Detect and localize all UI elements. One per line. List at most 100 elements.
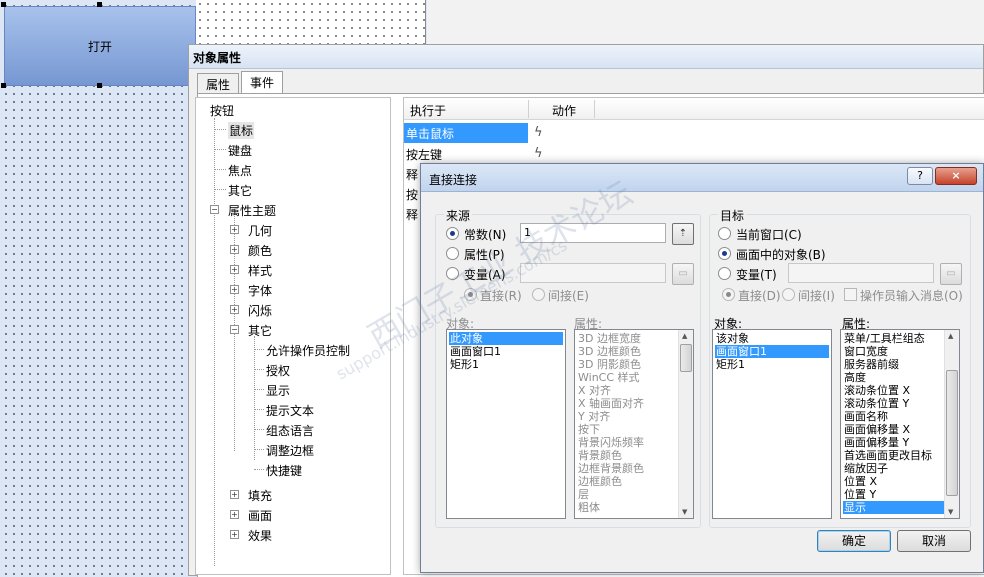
list-item[interactable]: 滚动条位置 X: [843, 384, 957, 397]
header-trigger[interactable]: 执行于: [410, 102, 446, 119]
target-tag-input[interactable]: [788, 263, 934, 283]
scroll-thumb[interactable]: [946, 370, 958, 496]
expand-icon[interactable]: +: [230, 305, 239, 314]
radio-target-direct[interactable]: [722, 288, 735, 301]
dialog-title-bar[interactable]: 直接连接: [421, 164, 983, 192]
tree-item-picture[interactable]: 画面: [248, 507, 272, 524]
tree-item-colors[interactable]: 颜色: [248, 242, 272, 259]
open-button-object[interactable]: 打开: [4, 6, 196, 86]
radio-current-window[interactable]: [718, 227, 731, 240]
radio-indirect[interactable]: [532, 288, 545, 301]
scroll-thumb[interactable]: [680, 344, 692, 372]
list-item[interactable]: X 对齐: [577, 384, 691, 397]
target-object-list[interactable]: 该对象 画面窗口1 矩形1: [712, 329, 832, 519]
tree-item-effects[interactable]: 效果: [248, 527, 272, 544]
tree-item-mouse[interactable]: 鼠标: [228, 122, 255, 139]
radio-target-indirect[interactable]: [782, 288, 795, 301]
expand-icon[interactable]: +: [230, 285, 239, 294]
tree-item-keyboard[interactable]: 键盘: [228, 142, 252, 159]
list-item[interactable]: 画面偏移量 Y: [843, 436, 957, 449]
list-item[interactable]: Y 对齐: [577, 410, 691, 423]
list-item[interactable]: 位置 Y: [843, 488, 957, 501]
tree-item-geometry[interactable]: 几何: [248, 222, 272, 239]
list-item[interactable]: 首选画面更改目标: [843, 449, 957, 462]
event-row-left-press[interactable]: 按左键: [404, 144, 528, 164]
tree-item-tooltip[interactable]: 提示文本: [266, 402, 314, 419]
list-item[interactable]: 菜单/工具栏组态: [843, 332, 957, 345]
list-item[interactable]: 高度: [843, 371, 957, 384]
tree-item-hotkey[interactable]: 快捷键: [266, 462, 302, 479]
lightning-icon[interactable]: ϟ: [534, 125, 543, 140]
radio-property[interactable]: [446, 247, 459, 260]
tab-properties[interactable]: 属性: [197, 73, 240, 93]
list-item[interactable]: 矩形1: [715, 358, 829, 371]
expand-icon[interactable]: +: [230, 225, 239, 234]
tree-item-operator-control[interactable]: 允许操作员控制: [266, 342, 350, 359]
expand-icon[interactable]: +: [230, 245, 239, 254]
tree-item-authorization[interactable]: 授权: [266, 362, 290, 379]
source-object-list[interactable]: 此对象 画面窗口1 矩形1: [446, 329, 566, 519]
list-item[interactable]: 此对象: [449, 332, 563, 345]
help-button[interactable]: ?: [907, 167, 933, 185]
list-item[interactable]: 边框背景颜色: [577, 462, 691, 475]
radio-direct[interactable]: [464, 288, 477, 301]
radio-constant[interactable]: [446, 227, 459, 240]
expand-icon[interactable]: +: [230, 490, 239, 499]
list-item[interactable]: X 轴画面对齐: [577, 397, 691, 410]
tree-item-display[interactable]: 显示: [266, 382, 290, 399]
expand-icon[interactable]: +: [230, 510, 239, 519]
radio-target-tag[interactable]: [718, 267, 731, 280]
tree-item-config-language[interactable]: 组态语言: [266, 422, 314, 439]
list-item[interactable]: 3D 边框颜色: [577, 345, 691, 358]
collapse-icon[interactable]: −: [210, 205, 219, 214]
list-item[interactable]: 按下: [577, 423, 691, 436]
tree-item-focus[interactable]: 焦点: [228, 162, 252, 179]
list-item[interactable]: 服务器前缀: [843, 358, 957, 371]
tab-events[interactable]: 事件: [241, 71, 284, 93]
tree-item-style[interactable]: 样式: [248, 262, 272, 279]
list-item[interactable]: 缩放因子: [843, 462, 957, 475]
list-item[interactable]: 该对象: [715, 332, 829, 345]
tree-root-button[interactable]: 按钮: [210, 102, 234, 119]
constant-value-input[interactable]: 1: [520, 223, 666, 243]
ok-button[interactable]: 确定: [817, 530, 891, 552]
selection-handle[interactable]: [97, 2, 102, 7]
expand-icon[interactable]: +: [230, 530, 239, 539]
expand-icon[interactable]: +: [230, 265, 239, 274]
list-item[interactable]: 粗体: [577, 501, 691, 514]
folder-icon[interactable]: ▭: [940, 263, 962, 285]
list-item[interactable]: 边框颜色: [577, 475, 691, 488]
selection-handle[interactable]: [1, 83, 6, 88]
tree-item-property-topics[interactable]: 属性主题: [228, 202, 276, 219]
scrollbar[interactable]: ▲ ▼: [678, 330, 693, 518]
list-item[interactable]: 3D 阴影颜色: [577, 358, 691, 371]
list-item[interactable]: 层: [577, 488, 691, 501]
list-item[interactable]: 3D 边框宽度: [577, 332, 691, 345]
target-property-list[interactable]: 菜单/工具栏组态 窗口宽度 服务器前缀 高度 滚动条位置 X 滚动条位置 Y 画…: [840, 329, 960, 519]
list-item[interactable]: 滚动条位置 Y: [843, 397, 957, 410]
scrollbar[interactable]: ▲ ▼: [944, 330, 959, 518]
folder-icon[interactable]: ▭: [672, 263, 694, 285]
tree-item-fill[interactable]: 填充: [248, 487, 272, 504]
list-item[interactable]: 位置 X: [843, 475, 957, 488]
tree-item-flashing[interactable]: 闪烁: [248, 302, 272, 319]
list-item[interactable]: 背景颜色: [577, 449, 691, 462]
list-item[interactable]: 画面偏移量 X: [843, 423, 957, 436]
list-item[interactable]: 画面窗口1: [449, 345, 563, 358]
list-item[interactable]: WinCC 样式: [577, 371, 691, 384]
list-item[interactable]: 背景闪烁频率: [577, 436, 691, 449]
list-item[interactable]: 画面窗口1: [715, 345, 829, 358]
list-item[interactable]: 显示: [843, 501, 957, 514]
tree-item-other[interactable]: 其它: [228, 182, 252, 199]
list-item[interactable]: 窗口宽度: [843, 345, 957, 358]
source-property-list[interactable]: 3D 边框宽度 3D 边框颜色 3D 阴影颜色 WinCC 样式 X 对齐 X …: [574, 329, 694, 519]
selection-handle[interactable]: [1, 2, 6, 7]
tree-item-adjust-border[interactable]: 调整边框: [266, 442, 314, 459]
collapse-icon[interactable]: −: [230, 325, 239, 334]
list-item[interactable]: 矩形1: [449, 358, 563, 371]
list-item[interactable]: 画面名称: [843, 410, 957, 423]
cancel-button[interactable]: 取消: [897, 530, 971, 552]
operator-input-checkbox[interactable]: [844, 288, 857, 301]
close-button[interactable]: ×: [935, 167, 977, 185]
lightning-icon[interactable]: ϟ: [534, 146, 543, 161]
